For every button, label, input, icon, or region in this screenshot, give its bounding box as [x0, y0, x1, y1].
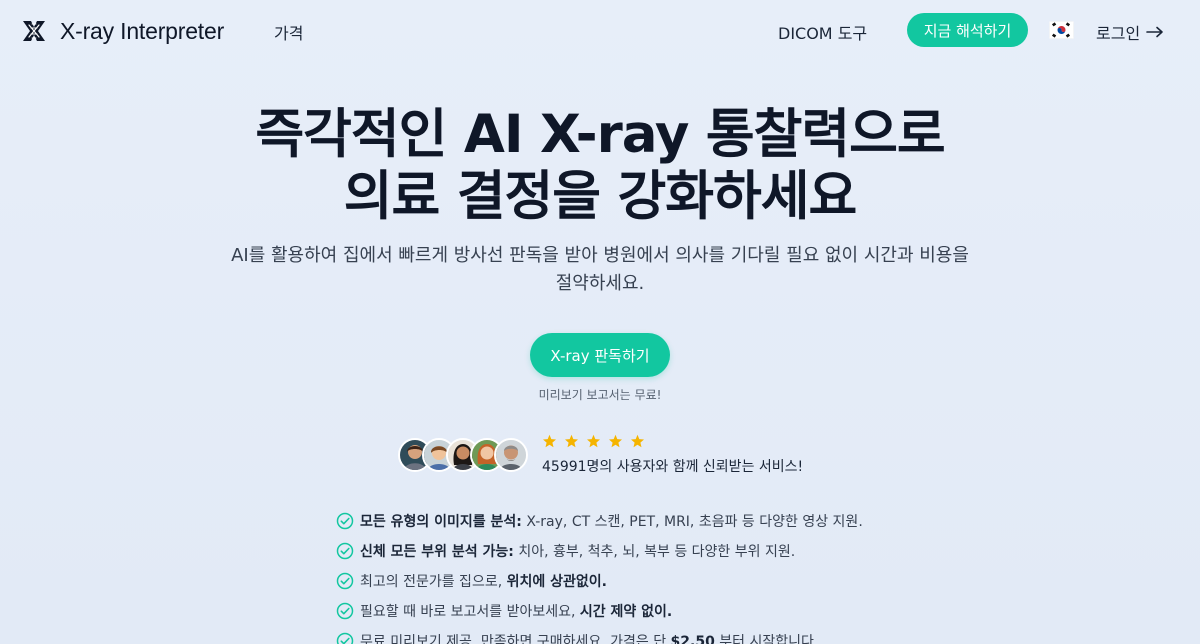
- arrow-right-icon: [1146, 26, 1163, 38]
- check-circle-icon: [336, 572, 354, 590]
- star-icon: [609, 434, 622, 448]
- check-circle-icon: [336, 632, 354, 644]
- login-label: 로그인: [1096, 24, 1141, 43]
- feature-bold-text: 시간 제약 없이.: [579, 604, 673, 620]
- korea-flag-icon[interactable]: [1049, 21, 1074, 39]
- star-icon: [565, 434, 578, 448]
- login-link[interactable]: 로그인: [1096, 20, 1164, 44]
- free-preview-note: 미리보기 보고서는 무료!: [538, 388, 662, 402]
- interpret-now-button[interactable]: 지금 해석하기: [907, 13, 1028, 47]
- feature-text: 무료 미리보기 제공, 만족하면 구매하세요. 가격은 단 $2.50 부터 시…: [360, 631, 818, 644]
- feature-bold-text: 신체 모든 부위 분석 가능:: [360, 544, 514, 560]
- nav-link-dicom-tools[interactable]: DICOM 도구: [778, 20, 867, 44]
- feature-text: 신체 모든 부위 분석 가능: 치아, 흉부, 척추, 뇌, 복부 등 다양한 …: [360, 541, 795, 561]
- feature-item-no-time-limit: 필요할 때 바로 보고서를 받아보세요, 시간 제약 없이.: [336, 596, 976, 626]
- feature-suffix-text: 부터 시작합니다.: [714, 634, 819, 644]
- feature-text: 최고의 전문가를 집으로, 위치에 상관없이.: [360, 571, 607, 591]
- feature-detail-text: 필요할 때 바로 보고서를 받아보세요,: [360, 604, 580, 620]
- landing-page: X-ray Interpreter 가격 DICOM 도구 지금 해석하기 로그…: [0, 0, 1200, 644]
- check-circle-icon: [336, 602, 354, 620]
- feature-item-image-types: 모든 유형의 이미지를 분석: X-ray, CT 스캔, PET, MRI, …: [336, 506, 976, 536]
- x-ray-logo-icon: [23, 21, 45, 41]
- trusted-users-text: 45991명의 사용자와 함께 신뢰받는 서비스!: [542, 459, 804, 475]
- read-x-ray-button[interactable]: X-ray 판독하기: [530, 333, 670, 377]
- rating-stars: [542, 434, 645, 449]
- feature-item-body-parts: 신체 모든 부위 분석 가능: 치아, 흉부, 척추, 뇌, 복부 등 다양한 …: [336, 536, 976, 566]
- feature-item-expert-at-home: 최고의 전문가를 집으로, 위치에 상관없이.: [336, 566, 976, 596]
- star-icon: [631, 434, 644, 448]
- feature-text: 필요할 때 바로 보고서를 받아보세요, 시간 제약 없이.: [360, 601, 672, 621]
- feature-text: 모든 유형의 이미지를 분석: X-ray, CT 스캔, PET, MRI, …: [360, 511, 863, 531]
- hero-subtitle: AI를 활용하여 집에서 빠르게 방사선 판독을 받아 병원에서 의사를 기다릴…: [231, 245, 969, 294]
- star-icon: [587, 434, 600, 448]
- brand[interactable]: X-ray Interpreter: [20, 17, 224, 45]
- hero-title: 즉각적인 AI X-ray 통찰력으로 의료 결정을 강화하세요: [100, 104, 1100, 228]
- hero-title-line-2: 의료 결정을 강화하세요: [343, 166, 858, 227]
- hero-title-line-1: 즉각적인 AI X-ray 통찰력으로: [255, 104, 945, 165]
- brand-name: X-ray Interpreter: [60, 17, 225, 44]
- social-proof: 45991명의 사용자와 함께 신뢰받는 서비스!: [398, 432, 818, 476]
- feature-bold-text: 모든 유형의 이미지를 분석:: [360, 514, 522, 530]
- feature-detail-text: 무료 미리보기 제공, 만족하면 구매하세요. 가격은 단: [360, 634, 671, 644]
- top-navigation: X-ray Interpreter 가격 DICOM 도구 지금 해석하기 로그…: [0, 0, 1200, 62]
- nav-link-pricing[interactable]: 가격: [274, 20, 303, 44]
- check-circle-icon: [336, 512, 354, 530]
- feature-item-pricing: 무료 미리보기 제공, 만족하면 구매하세요. 가격은 단 $2.50 부터 시…: [336, 626, 976, 644]
- user-avatars: [398, 438, 532, 472]
- feature-detail-text: 최고의 전문가를 집으로,: [360, 574, 507, 590]
- avatar: [494, 438, 528, 472]
- starting-price: $2.50: [670, 634, 715, 644]
- star-icon: [543, 434, 556, 448]
- feature-detail-text: 치아, 흉부, 척추, 뇌, 복부 등 다양한 부위 지원.: [513, 544, 796, 560]
- feature-list: 모든 유형의 이미지를 분석: X-ray, CT 스캔, PET, MRI, …: [336, 506, 976, 644]
- check-circle-icon: [336, 542, 354, 560]
- feature-detail-text: X-ray, CT 스캔, PET, MRI, 초음파 등 다양한 영상 지원.: [521, 514, 863, 530]
- feature-bold-text: 위치에 상관없이.: [506, 574, 607, 590]
